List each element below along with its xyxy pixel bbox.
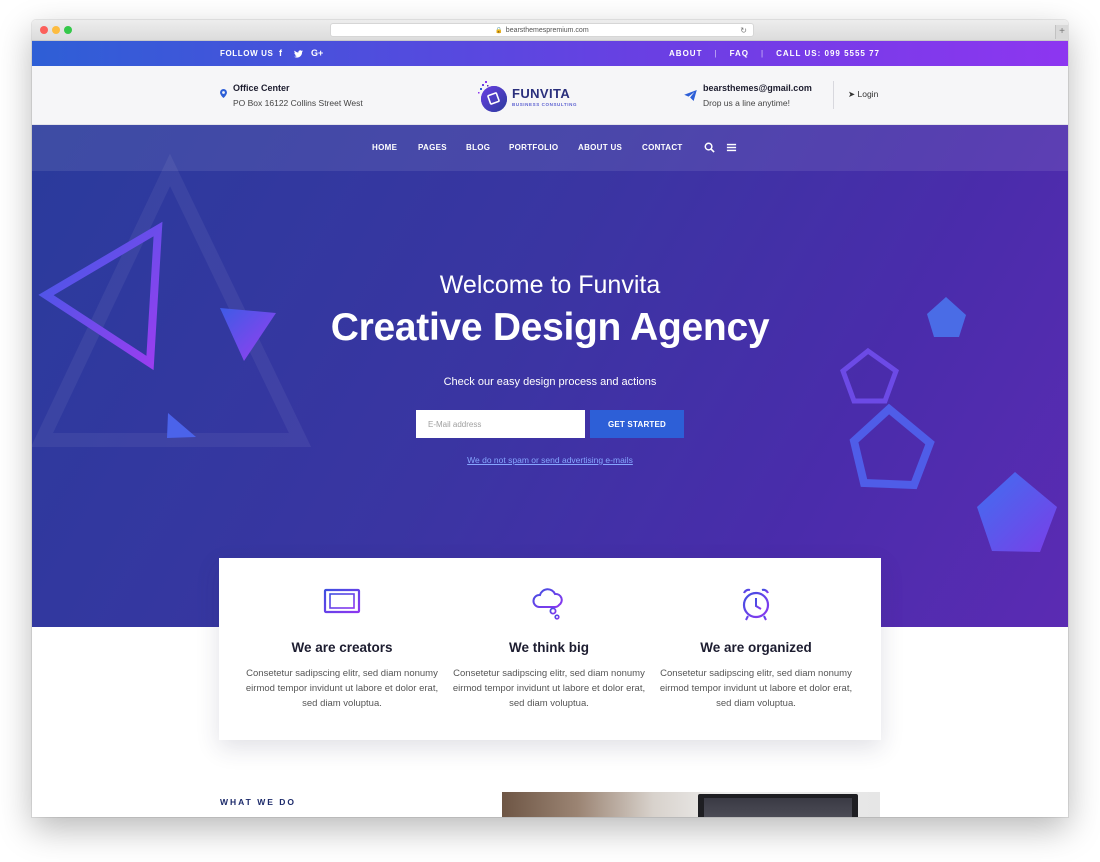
url-text: bearsthemespremium.com (505, 27, 589, 34)
facebook-icon[interactable]: f (279, 41, 282, 66)
cloud-icon (532, 588, 563, 620)
nav-item-pages[interactable]: PAGES (418, 125, 447, 171)
monitor-icon (323, 588, 361, 620)
contact-email-subtitle: Drop us a line anytime! (703, 98, 790, 108)
funvita-logo-icon[interactable] (476, 80, 510, 114)
map-pin-icon (220, 89, 227, 98)
main-nav: HOME PAGES BLOG PORTFOLIO ABOUT US CONTA… (32, 125, 1068, 171)
lock-icon: 🔒 (495, 28, 503, 34)
logo-name[interactable]: FUNVITA (512, 86, 570, 101)
feature-title: We are organized (700, 640, 812, 655)
top-link-call[interactable]: CALL US: 099 5555 77 (776, 49, 880, 58)
site-header: Office Center PO Box 16122 Collins Stree… (32, 66, 1068, 125)
minimize-window-button[interactable] (52, 26, 60, 34)
office-title: Office Center (233, 83, 290, 93)
get-started-button[interactable]: GET STARTED (590, 410, 684, 438)
what-we-do-image (502, 792, 880, 817)
hero-headline: Creative Design Agency (330, 306, 770, 349)
paper-plane-icon (684, 90, 697, 101)
alarm-clock-icon (742, 588, 770, 621)
login-icon: ➤ (848, 89, 856, 99)
twitter-icon[interactable] (294, 41, 303, 66)
reload-icon[interactable]: ↻ (740, 24, 747, 38)
feature-text: Consetetur sadipscing elitr, sed diam no… (659, 668, 853, 709)
browser-toolbar: 🔒 bearsthemespremium.com ↻ + (32, 20, 1068, 41)
hero-welcome: Welcome to Funvita (439, 271, 661, 299)
maximize-window-button[interactable] (64, 26, 72, 34)
features-card: We are creators Consetetur sadipscing el… (219, 558, 881, 740)
contact-email[interactable]: bearsthemes@gmail.com (703, 83, 812, 93)
login-label: Login (857, 89, 879, 99)
no-spam-link[interactable]: We do not spam or send advertising e-mai… (32, 455, 1068, 465)
nav-item-blog[interactable]: BLOG (466, 125, 490, 171)
top-link-faq[interactable]: FAQ (730, 49, 749, 58)
follow-us-label: FOLLOW US (220, 49, 274, 58)
email-input[interactable] (416, 410, 585, 438)
feature-title: We think big (509, 640, 589, 655)
address-bar[interactable]: 🔒 bearsthemespremium.com ↻ (330, 23, 754, 37)
what-we-do-heading: WHAT WE DO (220, 797, 297, 807)
header-divider (833, 81, 834, 109)
nav-item-home[interactable]: HOME (372, 125, 397, 171)
feature-text: Consetetur sadipscing elitr, sed diam no… (245, 668, 439, 709)
menu-icon[interactable] (726, 142, 737, 153)
nav-item-contact[interactable]: CONTACT (642, 125, 683, 171)
top-link-about[interactable]: ABOUT (669, 49, 702, 58)
close-window-button[interactable] (40, 26, 48, 34)
hero-subline: Check our easy design process and action… (443, 376, 657, 388)
search-icon[interactable] (704, 142, 715, 153)
hero-section: HOME PAGES BLOG PORTFOLIO ABOUT US CONTA… (32, 125, 1068, 627)
logo-tagline: BUSINESS CONSULTING (512, 102, 578, 107)
login-link[interactable]: ➤ Login (848, 89, 878, 100)
google-plus-icon[interactable]: G+ (311, 41, 323, 66)
new-tab-button[interactable]: + (1055, 25, 1068, 39)
top-links: ABOUT | FAQ | CALL US: 099 5555 77 (669, 49, 880, 58)
nav-item-about-us[interactable]: ABOUT US (578, 125, 622, 171)
monitor-photo-screen (704, 798, 852, 817)
browser-window: 🔒 bearsthemespremium.com ↻ + FOLLOW US f … (32, 20, 1068, 817)
nav-item-portfolio[interactable]: PORTFOLIO (509, 125, 558, 171)
top-bar: FOLLOW US f G+ ABOUT | FAQ | CALL US: 099 55… (32, 41, 1068, 66)
office-address: PO Box 16122 Collins Street West (233, 98, 363, 108)
feature-title: We are creators (291, 640, 393, 655)
feature-text: Consetetur sadipscing elitr, sed diam no… (452, 668, 646, 709)
